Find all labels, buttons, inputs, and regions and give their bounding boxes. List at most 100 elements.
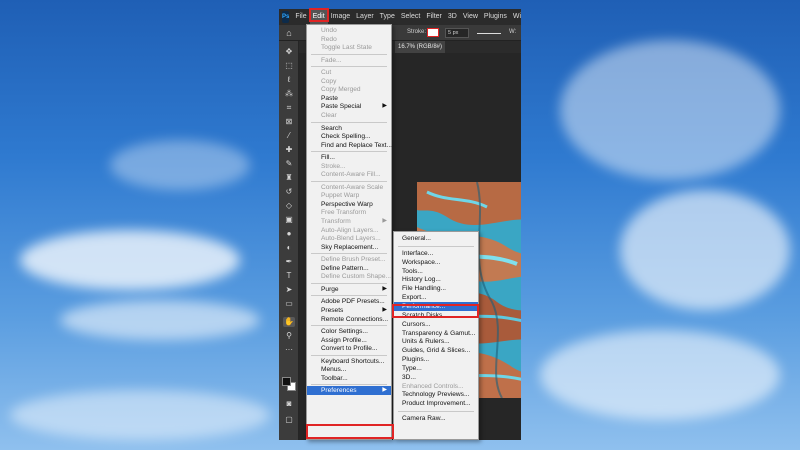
zoom-icon[interactable]: ⚲ bbox=[283, 331, 295, 341]
menu-item-label: Paste bbox=[321, 94, 338, 102]
crop-icon[interactable]: ⌗ bbox=[283, 103, 295, 113]
hand-icon[interactable]: ✋ bbox=[283, 317, 295, 327]
screen-mode-icon[interactable]: ▢ bbox=[283, 415, 295, 425]
pref-menu-item-scratch-disks[interactable]: Scratch Disks... bbox=[394, 311, 478, 320]
menu-window[interactable]: Window bbox=[510, 9, 521, 25]
edit-menu-item-toolbar[interactable]: Toolbar... bbox=[307, 374, 391, 383]
menu-item-label: Guides, Grid & Slices... bbox=[402, 347, 471, 355]
gradient-icon[interactable]: ▣ bbox=[283, 215, 295, 225]
menu-item-label: Define Custom Shape... bbox=[321, 273, 392, 281]
edit-menu-item-content-aware-fill: Content-Aware Fill... bbox=[307, 170, 391, 179]
more-tools-icon[interactable]: ··· bbox=[283, 345, 295, 355]
dodge-icon[interactable]: ◐ bbox=[283, 243, 295, 253]
edit-menu-item-toggle-last-state: Toggle Last State bbox=[307, 43, 391, 52]
menu-item-label: Toolbar... bbox=[321, 374, 348, 382]
menu-plugins[interactable]: Plugins bbox=[481, 9, 510, 25]
pref-menu-item-cursors[interactable]: Cursors... bbox=[394, 320, 478, 329]
eraser-icon[interactable]: ◇ bbox=[283, 201, 295, 211]
marquee-icon[interactable]: ⬚ bbox=[283, 61, 295, 71]
clone-stamp-icon[interactable]: ♜ bbox=[283, 173, 295, 183]
pref-menu-item-general[interactable]: General... bbox=[394, 234, 478, 243]
brush-icon[interactable]: ✎ bbox=[283, 159, 295, 169]
healing-brush-icon[interactable]: ✚ bbox=[283, 145, 295, 155]
blur-icon[interactable]: ● bbox=[283, 229, 295, 239]
pref-menu-item-units-rulers[interactable]: Units & Rulers... bbox=[394, 337, 478, 346]
pref-menu-item-transparency-gamut[interactable]: Transparency & Gamut... bbox=[394, 329, 478, 338]
pref-menu-item-plugins[interactable]: Plugins... bbox=[394, 355, 478, 364]
menu-item-label: File Handling... bbox=[402, 285, 446, 293]
menu-file[interactable]: File bbox=[292, 9, 309, 25]
magic-wand-icon[interactable]: ⁂ bbox=[283, 89, 295, 99]
menu-item-label: Redo bbox=[321, 35, 337, 43]
home-icon[interactable]: ⌂ bbox=[279, 25, 299, 41]
menu-item-label: Export... bbox=[402, 294, 427, 302]
menu-select[interactable]: Select bbox=[398, 9, 423, 25]
edit-menu-item-purge[interactable]: Purge ▶ bbox=[307, 285, 391, 294]
edit-menu-item-find-and-replace-text[interactable]: Find and Replace Text... bbox=[307, 141, 392, 150]
move-icon[interactable]: ✥ bbox=[283, 47, 295, 57]
quick-mask-icon[interactable]: ◙ bbox=[283, 399, 295, 409]
edit-menu-item-preferences[interactable]: Preferences ▶ bbox=[307, 386, 391, 396]
menu-item-label: Type... bbox=[402, 364, 422, 372]
lasso-icon[interactable]: ℓ bbox=[283, 75, 295, 85]
menu-separator bbox=[311, 253, 387, 255]
type-icon[interactable]: T bbox=[283, 271, 295, 281]
menu-separator bbox=[311, 121, 387, 123]
width-label: W: bbox=[509, 29, 517, 35]
pref-menu-item-product-improvement[interactable]: Product Improvement... bbox=[394, 399, 478, 408]
rectangle-icon[interactable]: ▭ bbox=[283, 299, 295, 309]
menu-item-label: Content-Aware Scale bbox=[321, 183, 384, 191]
pref-menu-item-3d[interactable]: 3D... bbox=[394, 373, 478, 382]
pref-menu-item-tools[interactable]: Tools... bbox=[394, 267, 478, 276]
menu-layer[interactable]: Layer bbox=[353, 9, 377, 25]
menu-image[interactable]: Image bbox=[328, 9, 353, 25]
menu-item-label: Units & Rulers... bbox=[402, 338, 450, 346]
menu-item-label: Cursors... bbox=[402, 320, 431, 328]
stroke-type-selector[interactable] bbox=[477, 33, 501, 34]
edit-menu-item-sky-replacement[interactable]: Sky Replacement... bbox=[307, 243, 391, 252]
eyedropper-icon[interactable]: ⁄ bbox=[283, 131, 295, 141]
pref-menu-item-interface[interactable]: Interface... bbox=[394, 249, 478, 258]
menu-bar: Ps File Edit Image Layer Type Select Fil… bbox=[279, 9, 521, 25]
pref-menu-item-technology-previews[interactable]: Technology Previews... bbox=[394, 390, 478, 399]
menu-type[interactable]: Type bbox=[377, 9, 398, 25]
menu-item-label: Free Transform bbox=[321, 209, 367, 217]
document-tab[interactable]: 16.7% (RGB/8#) bbox=[395, 41, 446, 53]
stroke-width-field[interactable]: 5 px bbox=[445, 28, 469, 38]
menu-view[interactable]: View bbox=[460, 9, 481, 25]
path-selection-icon[interactable]: ➤ bbox=[283, 285, 295, 295]
menu-separator bbox=[398, 245, 474, 247]
menu-item-label: Puppet Warp bbox=[321, 192, 360, 200]
menu-item-label: Plugins... bbox=[402, 356, 430, 364]
menu-item-label: Auto-Blend Layers... bbox=[321, 235, 381, 243]
menu-item-label: Copy bbox=[321, 77, 337, 85]
edit-menu-item-convert-to-profile[interactable]: Convert to Profile... bbox=[307, 344, 391, 353]
menu-separator bbox=[311, 151, 387, 153]
pen-icon[interactable]: ✒ bbox=[283, 257, 295, 267]
menu-filter[interactable]: Filter bbox=[423, 9, 445, 25]
pref-menu-item-file-handling[interactable]: File Handling... bbox=[394, 284, 478, 293]
cloud bbox=[20, 230, 240, 290]
pref-menu-item-export[interactable]: Export... bbox=[394, 293, 478, 302]
pref-menu-item-performance[interactable]: Performance... bbox=[394, 301, 478, 311]
menu-edit[interactable]: Edit bbox=[309, 9, 328, 25]
menu-item-label: Transparency & Gamut... bbox=[402, 329, 476, 337]
edit-menu-item-fade: Fade... bbox=[307, 56, 391, 65]
pref-menu-item-camera-raw[interactable]: Camera Raw... bbox=[394, 414, 478, 423]
stroke-color-swatch[interactable] bbox=[427, 28, 439, 37]
history-brush-icon[interactable]: ↺ bbox=[283, 187, 295, 197]
menu-item-label: History Log... bbox=[402, 276, 441, 284]
menu-3d[interactable]: 3D bbox=[445, 9, 460, 25]
cloud bbox=[620, 190, 790, 310]
menu-separator bbox=[311, 180, 387, 182]
menu-separator bbox=[311, 384, 387, 386]
foreground-color-swatch[interactable] bbox=[282, 377, 291, 386]
edit-menu-item-remote-connections[interactable]: Remote Connections... bbox=[307, 315, 391, 324]
menu-separator bbox=[311, 66, 387, 68]
pref-menu-item-guides-grid-slices[interactable]: Guides, Grid & Slices... bbox=[394, 346, 478, 355]
pref-menu-item-type[interactable]: Type... bbox=[394, 364, 478, 373]
pref-menu-item-history-log[interactable]: History Log... bbox=[394, 275, 478, 284]
frame-icon[interactable]: ⊠ bbox=[283, 117, 295, 127]
menu-item-label: Enhanced Controls... bbox=[402, 382, 464, 390]
pref-menu-item-workspace[interactable]: Workspace... bbox=[394, 258, 478, 267]
